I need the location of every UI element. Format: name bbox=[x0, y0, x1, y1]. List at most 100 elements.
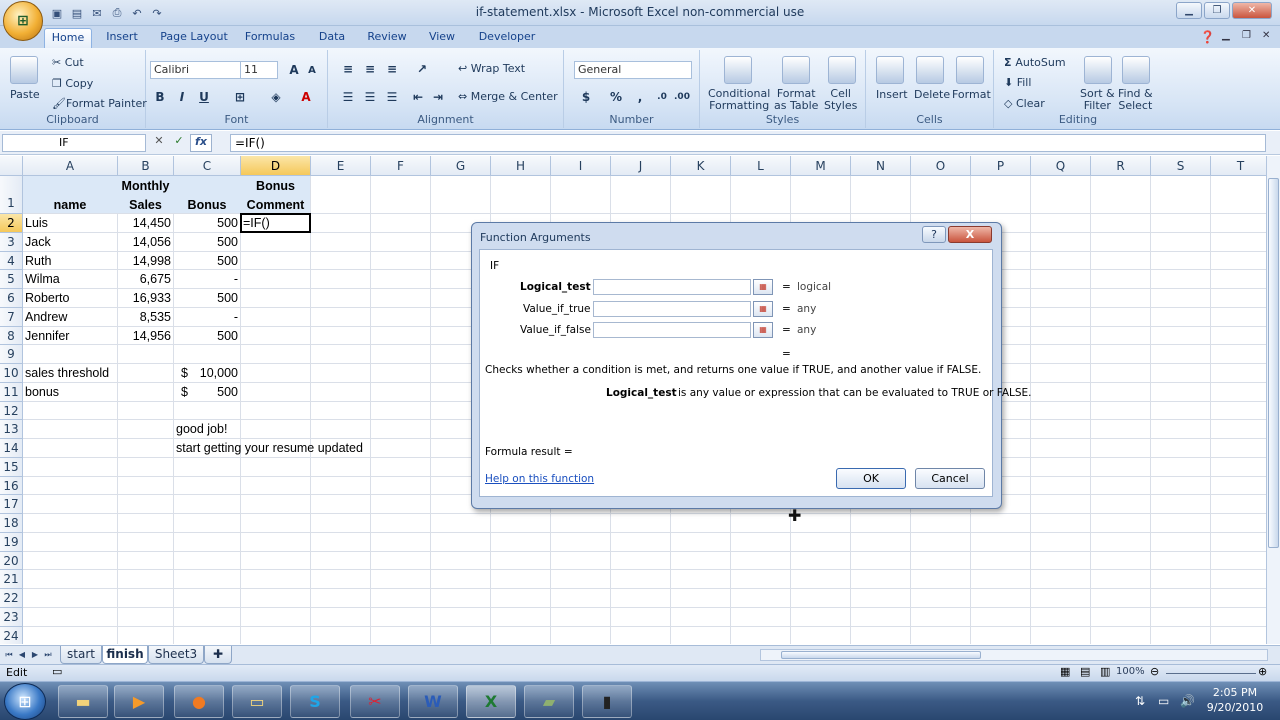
increase-indent-icon[interactable]: ⇥ bbox=[428, 88, 448, 106]
wrap-text-button[interactable]: ↩ Wrap Text bbox=[458, 62, 525, 75]
insert-cells-button[interactable]: Insert bbox=[876, 88, 908, 101]
column-header-a[interactable]: A bbox=[23, 156, 118, 176]
row-header-16[interactable]: 16 bbox=[0, 477, 23, 495]
delete-cells-button[interactable]: Delete bbox=[914, 88, 950, 101]
number-format-combo[interactable]: General bbox=[574, 61, 692, 79]
cancel-button[interactable]: Cancel bbox=[915, 468, 985, 489]
taskbar-firefox[interactable]: ● bbox=[174, 685, 224, 718]
decrease-decimal-icon[interactable]: .00 bbox=[672, 88, 692, 106]
zoom-slider[interactable] bbox=[1166, 673, 1256, 674]
row-header-3[interactable]: 3 bbox=[0, 233, 23, 252]
minimize-icon[interactable]: ▁ bbox=[1176, 2, 1202, 19]
taskbar-app-10[interactable]: ▮ bbox=[582, 685, 632, 718]
help-on-function-link[interactable]: Help on this function bbox=[485, 473, 594, 485]
column-header-c[interactable]: C bbox=[174, 156, 241, 176]
macro-record-icon[interactable]: ▭ bbox=[52, 665, 62, 678]
underline-button[interactable]: U bbox=[194, 88, 214, 106]
cell-c10[interactable]: 10,000 bbox=[176, 364, 238, 383]
taskbar-clock[interactable]: 2:05 PM 9/20/2010 bbox=[1200, 685, 1270, 715]
formula-input[interactable]: =IF() bbox=[230, 134, 1266, 152]
column-header-d[interactable]: D bbox=[241, 156, 311, 176]
paste-button[interactable]: Paste bbox=[10, 88, 40, 101]
row-header-15[interactable]: 15 bbox=[0, 458, 23, 477]
align-middle-icon[interactable]: ≡ bbox=[360, 60, 380, 78]
zoom-in-icon[interactable]: ⊕ bbox=[1258, 665, 1267, 678]
sheet-tab-finish[interactable]: finish bbox=[102, 646, 148, 664]
cell-c5[interactable]: - bbox=[176, 270, 238, 289]
last-sheet-icon[interactable]: ⏭ bbox=[42, 648, 54, 662]
normal-view-icon[interactable]: ▦ bbox=[1060, 665, 1070, 678]
tab-insert[interactable]: Insert bbox=[100, 28, 144, 48]
insert-sheet-icon[interactable]: ✚ bbox=[204, 646, 232, 664]
page-break-view-icon[interactable]: ▥ bbox=[1100, 665, 1110, 678]
format-cells-button[interactable]: Format bbox=[952, 88, 991, 101]
ribbon-minimize-icon[interactable]: ▁ bbox=[1222, 30, 1230, 41]
tab-review[interactable]: Review bbox=[364, 28, 410, 48]
row-header-24[interactable]: 24 bbox=[0, 627, 23, 644]
align-center-icon[interactable]: ☰ bbox=[360, 88, 380, 106]
prev-sheet-icon[interactable]: ◀ bbox=[16, 648, 28, 662]
tab-view[interactable]: View bbox=[422, 28, 462, 48]
align-left-icon[interactable]: ☰ bbox=[338, 88, 358, 106]
row-header-7[interactable]: 7 bbox=[0, 308, 23, 327]
font-name-combo[interactable]: Calibri bbox=[150, 61, 242, 79]
row-header-4[interactable]: 4 bbox=[0, 252, 23, 270]
column-header-g[interactable]: G bbox=[431, 156, 491, 176]
cell-c2[interactable]: 500 bbox=[176, 214, 238, 233]
ribbon-close-icon[interactable]: ✕ bbox=[1262, 30, 1270, 41]
find-select-button[interactable]: Find & Select bbox=[1118, 88, 1153, 112]
row-header-13[interactable]: 13 bbox=[0, 420, 23, 439]
grow-font-icon[interactable]: A bbox=[284, 61, 304, 79]
cell-a5[interactable]: Wilma bbox=[25, 270, 115, 289]
currency-button[interactable]: $ bbox=[576, 88, 596, 106]
row-header-9[interactable]: 9 bbox=[0, 345, 23, 364]
cell-a4[interactable]: Ruth bbox=[25, 252, 115, 271]
cell-a1[interactable]: name bbox=[25, 196, 115, 215]
start-button[interactable]: ⊞ bbox=[4, 683, 46, 720]
next-sheet-icon[interactable]: ▶ bbox=[29, 648, 41, 662]
column-header-l[interactable]: L bbox=[731, 156, 791, 176]
row-header-5[interactable]: 5 bbox=[0, 270, 23, 289]
zoom-out-icon[interactable]: ⊖ bbox=[1150, 665, 1159, 678]
taskbar-app-6[interactable]: ✂ bbox=[350, 685, 400, 718]
comma-style-icon[interactable]: , bbox=[630, 88, 650, 106]
cell-b4[interactable]: 14,998 bbox=[120, 252, 171, 271]
horizontal-scrollbar[interactable] bbox=[760, 649, 1268, 661]
column-header-i[interactable]: I bbox=[551, 156, 611, 176]
cell-c6[interactable]: 500 bbox=[176, 289, 238, 308]
sheet-tab-sheet3[interactable]: Sheet3 bbox=[148, 646, 204, 664]
align-right-icon[interactable]: ☰ bbox=[382, 88, 402, 106]
decrease-indent-icon[interactable]: ⇤ bbox=[408, 88, 428, 106]
copy-button[interactable]: ❐ Copy bbox=[52, 77, 93, 90]
column-header-t[interactable]: T bbox=[1211, 156, 1271, 176]
row-header-12[interactable]: 12 bbox=[0, 402, 23, 420]
fill-button[interactable]: ⬇ Fill bbox=[1004, 76, 1031, 89]
dialog-close-button[interactable]: X bbox=[948, 226, 992, 243]
cell-c11[interactable]: 500 bbox=[176, 383, 238, 402]
row-header-20[interactable]: 20 bbox=[0, 552, 23, 570]
cell-a7[interactable]: Andrew bbox=[25, 308, 115, 327]
cancel-entry-icon[interactable]: ✕ bbox=[150, 134, 168, 152]
insert-function-icon[interactable]: fx bbox=[190, 134, 212, 152]
name-box[interactable]: IF bbox=[2, 134, 146, 152]
row-header-19[interactable]: 19 bbox=[0, 533, 23, 552]
format-as-table-button[interactable]: Format as Table bbox=[774, 88, 818, 112]
cell-b7[interactable]: 8,535 bbox=[120, 308, 171, 327]
cell-b3[interactable]: 14,056 bbox=[120, 233, 171, 252]
align-top-icon[interactable]: ≡ bbox=[338, 60, 358, 78]
cell-c1[interactable]: Bonus bbox=[176, 196, 238, 215]
cell-c13[interactable]: good job! bbox=[176, 420, 238, 439]
select-all-corner[interactable] bbox=[0, 156, 23, 176]
confirm-entry-icon[interactable]: ✓ bbox=[170, 134, 188, 152]
cell-b8[interactable]: 14,956 bbox=[120, 327, 171, 346]
row-header-22[interactable]: 22 bbox=[0, 589, 23, 608]
taskbar-skype[interactable]: S bbox=[290, 685, 340, 718]
row-header-11[interactable]: 11 bbox=[0, 383, 23, 402]
scroll-thumb[interactable] bbox=[781, 651, 981, 659]
column-header-j[interactable]: J bbox=[611, 156, 671, 176]
first-sheet-icon[interactable]: ⏮ bbox=[3, 648, 15, 662]
taskbar-word[interactable]: W bbox=[408, 685, 458, 718]
row-header-17[interactable]: 17 bbox=[0, 495, 23, 514]
taskbar-excel[interactable]: X bbox=[466, 685, 516, 718]
scroll-thumb[interactable] bbox=[1268, 178, 1279, 548]
